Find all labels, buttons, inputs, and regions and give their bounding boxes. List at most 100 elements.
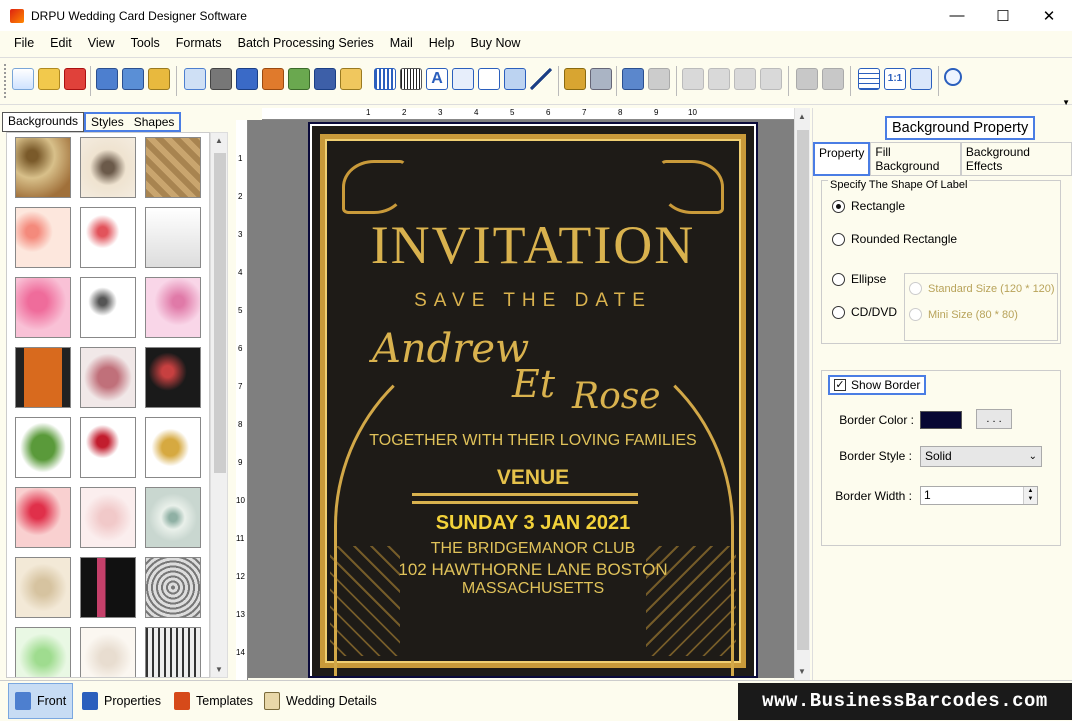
shape-ellipse-radio[interactable]: Ellipse [832,272,886,286]
background-thumbnail[interactable] [80,557,136,618]
maximize-button[interactable]: ☐ [980,0,1026,31]
background-thumbnail[interactable] [145,417,201,478]
background-thumbnail[interactable] [145,137,201,198]
pen-icon[interactable] [314,68,336,90]
background-thumbnail[interactable] [145,627,201,677]
scroll-thumb[interactable] [214,153,226,473]
tab-background-effects[interactable]: Background Effects [960,142,1072,176]
database-alt-icon[interactable] [590,68,612,90]
barcode-icon[interactable] [374,68,396,90]
border-color-picker-button[interactable]: . . . [976,409,1012,429]
page-setup-icon[interactable] [184,68,206,90]
tab-shapes[interactable]: Shapes [128,112,182,132]
gallery-scrollbar[interactable]: ▲ ▼ [210,132,228,678]
shape-rectangle-radio[interactable]: Rectangle [832,199,905,213]
background-thumbnail[interactable] [145,347,201,408]
close-button[interactable]: ✕ [1026,0,1072,31]
card-heading[interactable]: INVITATION [312,214,754,276]
close-doc-icon[interactable] [64,68,86,90]
scroll-down-icon[interactable]: ▼ [798,667,806,676]
card-name1[interactable]: Andrew [372,326,529,372]
border-width-stepper[interactable]: 1 ▲ ▼ [920,486,1038,505]
size-standard-radio[interactable]: Standard Size (120 * 120) [909,282,1055,295]
card-conjunction[interactable]: Et [512,362,555,406]
export-icon[interactable] [148,68,170,90]
tab-fill-background[interactable]: Fill Background [870,142,961,176]
background-thumbnail[interactable] [80,487,136,548]
menu-file[interactable]: File [6,31,42,55]
toolbar-overflow-icon[interactable]: ▼ [1062,98,1070,107]
scroll-down-icon[interactable]: ▼ [215,665,223,674]
cut-icon[interactable] [682,68,704,90]
menu-formats[interactable]: Formats [168,31,230,55]
background-thumbnail[interactable] [15,627,71,677]
print-preview-icon[interactable] [236,68,258,90]
menu-help[interactable]: Help [421,31,463,55]
gift-icon[interactable] [262,68,284,90]
shape-cd-dvd-radio[interactable]: CD/DVD [832,305,897,319]
menu-mail[interactable]: Mail [382,31,421,55]
background-thumbnail[interactable] [15,277,71,338]
background-thumbnail[interactable] [15,137,71,198]
text-icon[interactable]: A [426,68,448,90]
print-icon[interactable] [210,68,232,90]
save-as-icon[interactable] [122,68,144,90]
undo-icon[interactable] [622,68,644,90]
menu-batch-processing[interactable]: Batch Processing Series [230,31,382,55]
card-name2[interactable]: Rose [572,376,661,417]
background-thumbnail[interactable] [80,277,136,338]
border-color-swatch[interactable] [920,411,962,429]
background-thumbnail[interactable] [145,207,201,268]
save-icon[interactable] [96,68,118,90]
fit-window-icon[interactable] [910,68,932,90]
tab-front[interactable]: Front [8,683,74,719]
card-family-line[interactable]: TOGETHER WITH THEIR LOVING FAMILIES [312,432,754,450]
menu-edit[interactable]: Edit [42,31,80,55]
wedding-card[interactable]: INVITATION SAVE THE DATE Andrew Et Rose … [308,122,758,678]
tab-styles[interactable]: Styles [84,112,129,132]
background-thumbnail[interactable] [15,557,71,618]
linear-barcode-icon[interactable] [400,68,422,90]
tab-templates[interactable]: Templates [168,683,259,719]
database-icon[interactable] [564,68,586,90]
card-date[interactable]: SUNDAY 3 JAN 2021 [312,512,754,535]
background-thumbnail[interactable] [145,487,201,548]
tab-property[interactable]: Property [813,142,871,176]
background-thumbnail[interactable] [145,557,201,618]
copy-icon[interactable] [708,68,730,90]
shapes-icon[interactable] [340,68,362,90]
card-subheading[interactable]: SAVE THE DATE [312,290,754,312]
background-thumbnail[interactable] [15,207,71,268]
show-border-checkbox[interactable]: ✓ Show Border [828,375,927,395]
bring-front-icon[interactable] [796,68,818,90]
border-style-select[interactable]: Solid ⌄ [920,446,1042,467]
new-icon[interactable] [12,68,34,90]
zoom-icon[interactable] [944,68,962,86]
send-back-icon[interactable] [822,68,844,90]
canvas-scrollbar[interactable]: ▲ ▼ [794,108,810,680]
delete-icon[interactable] [760,68,782,90]
scroll-thumb[interactable] [797,130,809,650]
signature-icon[interactable] [478,68,500,90]
word-art-icon[interactable] [452,68,474,90]
shape-rounded-rectangle-radio[interactable]: Rounded Rectangle [832,232,957,246]
mail-icon[interactable] [504,68,526,90]
menu-tools[interactable]: Tools [123,31,168,55]
stepper-arrows-icon[interactable]: ▲ ▼ [1023,487,1037,504]
card-background[interactable]: INVITATION SAVE THE DATE Andrew Et Rose … [312,126,754,676]
redo-icon[interactable] [648,68,670,90]
background-thumbnail[interactable] [80,347,136,408]
background-thumbnail[interactable] [15,487,71,548]
card-venue-label[interactable]: VENUE [312,466,754,490]
tab-properties[interactable]: Properties [76,683,167,719]
background-thumbnail[interactable] [145,277,201,338]
line-icon[interactable] [530,68,552,90]
scroll-up-icon[interactable]: ▲ [215,136,223,145]
size-mini-radio[interactable]: Mini Size (80 * 80) [909,308,1018,321]
open-icon[interactable] [38,68,60,90]
background-thumbnail[interactable] [15,417,71,478]
background-thumbnail[interactable] [80,137,136,198]
background-thumbnail[interactable] [80,417,136,478]
background-thumbnail[interactable] [15,347,71,408]
tab-wedding-details[interactable]: Wedding Details [258,683,383,719]
